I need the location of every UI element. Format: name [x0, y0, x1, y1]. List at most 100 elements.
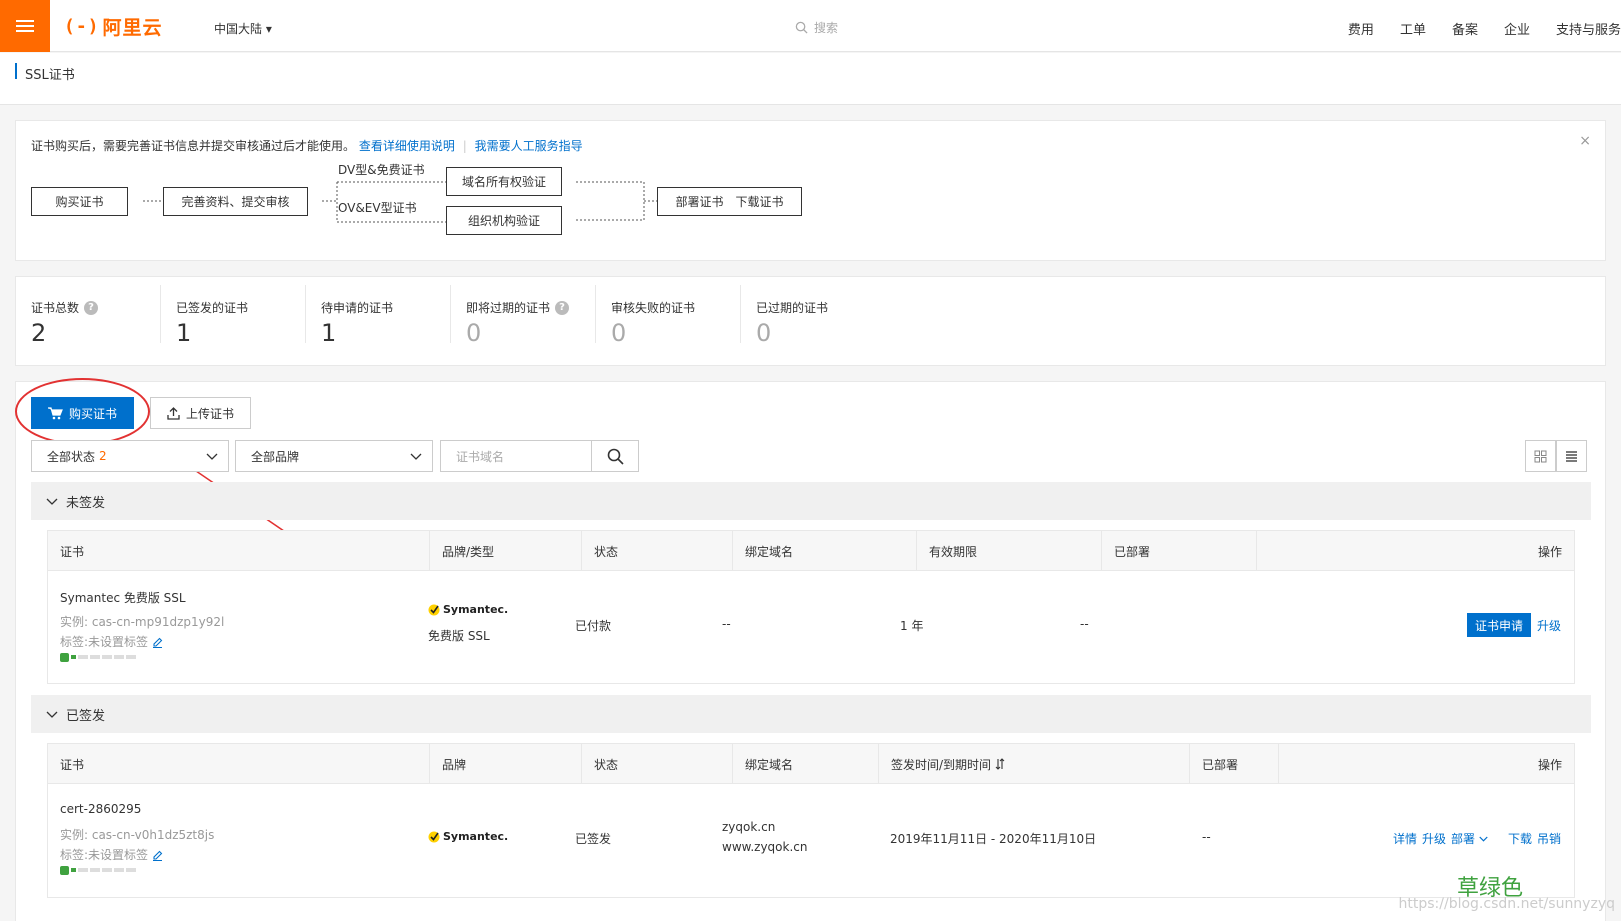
stat-expired[interactable]: 已过期的证书 0: [741, 277, 886, 367]
deploy-dropdown[interactable]: 部署: [1451, 830, 1488, 847]
stat-failed[interactable]: 审核失败的证书 0: [596, 277, 741, 367]
brand-name: Symantec.: [443, 603, 509, 616]
upload-icon: [167, 406, 180, 420]
nav-fees[interactable]: 费用: [1348, 19, 1374, 38]
unissued-table: 证书 品牌/类型 状态 绑定域名 有效期限 已部署 操作 Symantec 免费…: [47, 530, 1575, 684]
nav-enterprise[interactable]: 企业: [1504, 19, 1530, 38]
status-filter-value: 全部状态: [47, 449, 96, 464]
edit-icon[interactable]: [152, 850, 163, 861]
th-domain: 绑定域名: [733, 531, 917, 571]
th-issue-expiry[interactable]: 签发时间/到期时间: [879, 744, 1190, 784]
progress-segment: [71, 868, 76, 872]
sort-icon: [995, 758, 1005, 770]
stat-pending[interactable]: 待申请的证书 1: [306, 277, 451, 367]
help-icon[interactable]: ?: [555, 300, 570, 315]
th-domain: 绑定域名: [733, 744, 879, 784]
edit-icon[interactable]: [152, 637, 163, 648]
cert-tag: 标签:未设置标签: [60, 848, 149, 862]
stat-total-label-wrap: 证书总数?: [31, 299, 99, 316]
card-view-button[interactable]: [1525, 440, 1556, 472]
status-filter-select[interactable]: 全部状态 2: [31, 440, 229, 472]
cert-domain-1: zyqok.cn: [722, 820, 776, 834]
th-brand: 品牌: [430, 744, 582, 784]
nav-tickets[interactable]: 工单: [1400, 19, 1426, 38]
upgrade-link[interactable]: 升级: [1537, 617, 1561, 634]
usage-guide-link[interactable]: 查看详细使用说明: [359, 139, 455, 153]
brand-name: Symantec.: [443, 830, 509, 843]
search-icon: [795, 21, 808, 34]
stat-total[interactable]: 证书总数? 2: [16, 277, 161, 367]
stat-issued-label: 已签发的证书: [176, 301, 249, 315]
aliyun-logo[interactable]: (-) 阿里云: [64, 15, 163, 39]
link-separator: |: [462, 139, 467, 153]
list-view-button[interactable]: [1556, 440, 1587, 472]
group-unissued-header[interactable]: 未签发: [31, 482, 1591, 520]
revoke-link[interactable]: 吊销: [1537, 830, 1561, 847]
notice-text: 证书购买后，需要完善证书信息并提交审核通过后才能使用。 查看详细使用说明 | 我…: [31, 137, 583, 154]
brand-logo: Symantec.: [428, 603, 508, 616]
cert-domain: --: [722, 617, 731, 631]
page-header: SSL证书: [0, 53, 1621, 105]
stat-expiring-value: 0: [466, 319, 482, 347]
issued-table: 证书 品牌 状态 绑定域名 签发时间/到期时间 已部署 操作 cert-2860…: [47, 743, 1575, 898]
notice-message: 证书购买后，需要完善证书信息并提交审核通过后才能使用。: [31, 139, 356, 153]
stat-expired-label: 已过期的证书: [756, 301, 829, 315]
cert-tag: 标签:未设置标签: [60, 635, 149, 649]
stat-total-value: 2: [31, 319, 47, 347]
details-link[interactable]: 详情: [1393, 830, 1417, 847]
cert-tag-row: 标签:未设置标签: [60, 846, 163, 863]
cert-status: 已签发: [575, 832, 612, 846]
annotation-circle: [15, 378, 150, 445]
page-title: SSL证书: [25, 68, 75, 83]
stat-total-label: 证书总数: [31, 301, 80, 315]
watermark-url: https://blog.csdn.net/sunnyzyq: [1398, 896, 1615, 912]
th-validity: 有效期限: [917, 531, 1102, 571]
flow-label-ov: OV&EV型证书: [338, 201, 417, 215]
global-search[interactable]: 搜索: [795, 19, 838, 36]
upload-certificate-label: 上传证书: [185, 406, 234, 421]
close-icon[interactable]: ×: [1579, 133, 1591, 149]
th-status: 状态: [582, 744, 733, 784]
domain-search-button[interactable]: [591, 440, 639, 472]
nav-support[interactable]: 支持与服务: [1556, 19, 1621, 38]
cert-name: Symantec 免费版 SSL: [60, 591, 186, 605]
nav-icp-filing[interactable]: 备案: [1452, 19, 1478, 38]
cert-instance: 实例: cas-cn-mp91dzp1y92l: [60, 615, 225, 629]
stat-issued[interactable]: 已签发的证书 1: [161, 277, 306, 367]
stat-expiring[interactable]: 即将过期的证书? 0: [451, 277, 596, 367]
table-header: 证书 品牌 状态 绑定域名 签发时间/到期时间 已部署 操作: [48, 744, 1574, 784]
group-unissued-label: 未签发: [66, 495, 106, 511]
chevron-down-icon: [410, 453, 422, 460]
help-icon[interactable]: ?: [84, 300, 99, 315]
upload-certificate-button[interactable]: 上传证书: [150, 397, 251, 429]
progress-segment: [78, 868, 88, 872]
security-progress-bar: [60, 865, 136, 875]
flow-step-submit: 完善资料、提交审核: [163, 187, 308, 216]
search-placeholder: 搜索: [814, 21, 839, 35]
stat-expiring-label-wrap: 即将过期的证书?: [466, 299, 570, 316]
upgrade-link[interactable]: 升级: [1422, 830, 1446, 847]
progress-segment: [102, 868, 112, 872]
menu-icon[interactable]: [0, 0, 50, 52]
region-selector[interactable]: 中国大陆 ▾: [214, 20, 272, 37]
progress-segment: [114, 868, 124, 872]
flow-step-deploy: 部署证书 下载证书: [657, 187, 802, 216]
progress-segment: [78, 655, 88, 659]
cert-type: 免费版 SSL: [428, 629, 490, 643]
apply-certificate-button[interactable]: 证书申请: [1467, 613, 1532, 637]
cert-deployed: --: [1202, 830, 1211, 844]
manual-service-link[interactable]: 我需要人工服务指导: [475, 139, 583, 153]
cert-status: 已付款: [575, 619, 612, 633]
flow-step-buy: 购买证书: [31, 187, 128, 216]
stats-panel: 证书总数? 2 已签发的证书 1 待申请的证书 1 即将过期的证书? 0 审核失…: [15, 276, 1606, 366]
cert-issue-expiry: 2019年11月11日 - 2020年11月10日: [890, 832, 1097, 846]
domain-search-input[interactable]: 证书域名: [440, 440, 592, 472]
group-issued-header[interactable]: 已签发: [31, 695, 1591, 733]
flow-step-org-verify: 组织机构验证: [446, 206, 562, 235]
download-link[interactable]: 下载: [1508, 830, 1532, 847]
progress-segment: [71, 655, 76, 659]
flow-label-dv: DV型&免费证书: [338, 163, 425, 177]
flow-step-domain-verify: 域名所有权验证: [446, 167, 562, 196]
brand-filter-select[interactable]: 全部品牌: [235, 440, 433, 472]
logo-text: 阿里云: [102, 16, 163, 39]
